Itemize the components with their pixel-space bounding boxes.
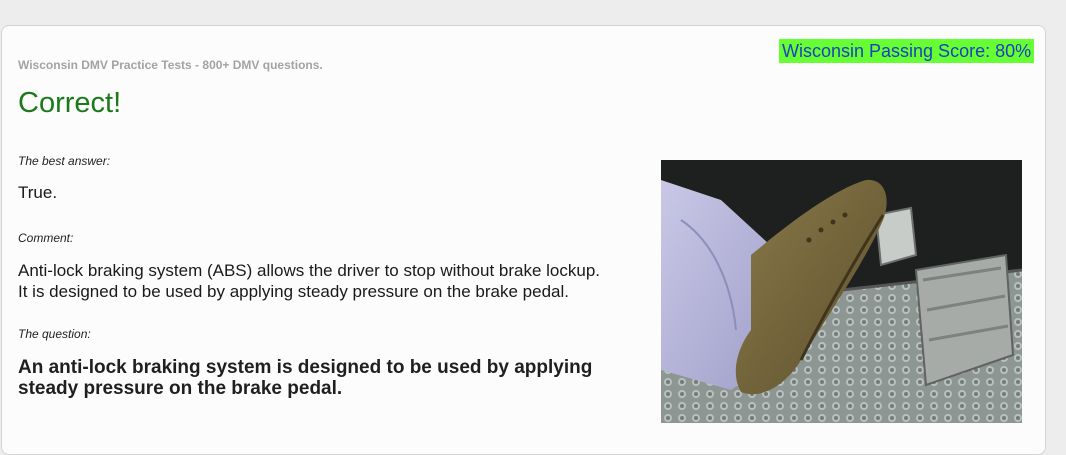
comment-text: Anti-lock braking system (ABS) allows th…: [18, 260, 648, 302]
comment-line: Anti-lock braking system (ABS) allows th…: [18, 261, 601, 280]
best-answer-label: The best answer:: [18, 154, 111, 168]
question-text: An anti-lock braking system is designed …: [18, 357, 648, 399]
brake-pedal-photo: [661, 160, 1022, 423]
result-card: Wisconsin Passing Score: 80% Wisconsin D…: [1, 25, 1046, 455]
comment-line: It is designed to be used by applying st…: [18, 282, 569, 301]
question-line: An anti-lock braking system is designed …: [18, 357, 593, 378]
question-line: steady pressure on the brake pedal.: [18, 378, 343, 399]
question-label: The question:: [18, 327, 91, 341]
site-title: Wisconsin DMV Practice Tests - 800+ DMV …: [18, 58, 323, 72]
result-status: Correct!: [18, 87, 122, 119]
passing-score-badge: Wisconsin Passing Score: 80%: [779, 39, 1035, 63]
comment-label: Comment:: [18, 231, 74, 245]
best-answer-value: True.: [18, 183, 58, 202]
